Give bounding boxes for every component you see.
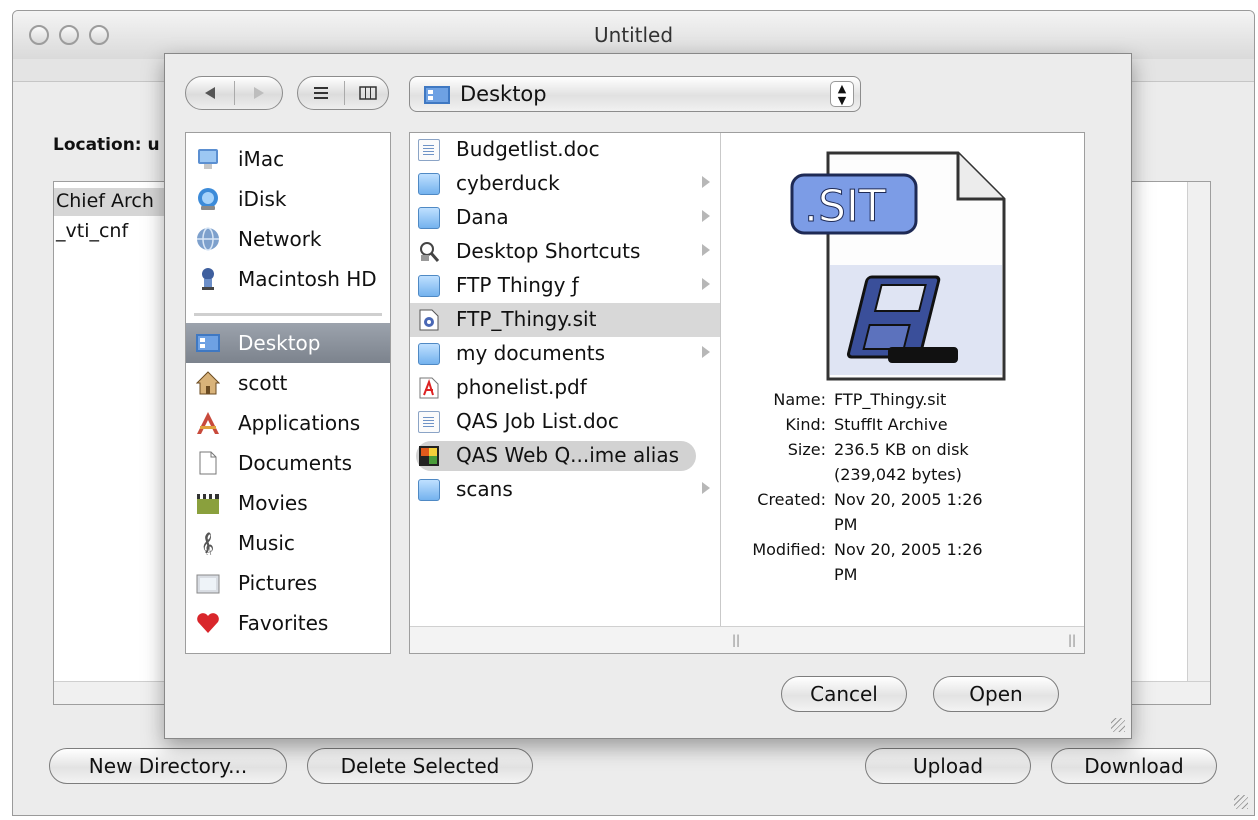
sidebar-item-macintosh-hd[interactable]: Macintosh HD (186, 259, 390, 299)
window-title: Untitled (593, 23, 674, 47)
folder-icon (418, 207, 440, 229)
network-icon (197, 227, 219, 251)
cancel-button[interactable]: Cancel (781, 676, 907, 712)
folder-icon (418, 343, 440, 365)
file-browser: Budgetlist.doc cyberduck Dana Desktop Sh… (409, 132, 1085, 654)
disclosure-arrow-icon (702, 482, 710, 494)
pictures-icon (196, 574, 220, 594)
sidebar-item-desktop[interactable]: Desktop (186, 323, 390, 363)
list-item[interactable]: scans (410, 473, 720, 507)
sheet-resize-grip[interactable] (1111, 718, 1125, 732)
download-button[interactable]: Download (1051, 748, 1217, 784)
list-item[interactable]: QAS Job List.doc (410, 405, 720, 439)
window-resize-grip[interactable] (1234, 795, 1248, 809)
imac-icon (198, 149, 218, 169)
disclosure-arrow-icon (702, 176, 710, 188)
list-item[interactable]: Chief Arch (56, 190, 154, 212)
back-arrow-icon[interactable] (186, 77, 234, 109)
sidebar-item-favorites[interactable]: Favorites (186, 603, 390, 643)
sidebar: iMac iDisk Network Macintosh HD Desktop … (185, 132, 391, 654)
sidebar-item-music[interactable]: 𝄞 Music (186, 523, 390, 563)
sidebar-item-imac[interactable]: iMac (186, 139, 390, 179)
idisk-icon (198, 188, 218, 210)
list-item[interactable]: phonelist.pdf (410, 371, 720, 405)
documents-icon (199, 451, 217, 475)
open-file-sheet: Desktop ▲ ▼ iMac iDisk Network Macintosh … (164, 53, 1132, 739)
open-button[interactable]: Open (933, 676, 1059, 712)
list-item[interactable]: FTP Thingy ƒ (410, 269, 720, 303)
hard-drive-icon (202, 268, 214, 290)
new-directory-button[interactable]: New Directory... (49, 748, 287, 784)
disclosure-arrow-icon (702, 210, 710, 222)
sidebar-item-idisk[interactable]: iDisk (186, 179, 390, 219)
view-mode-control[interactable] (297, 76, 389, 110)
column-view-icon[interactable] (345, 77, 390, 109)
favorites-icon (197, 613, 219, 633)
vertical-scrollbar[interactable] (1187, 182, 1210, 704)
list-item[interactable]: Dana (410, 201, 720, 235)
sidebar-item-pictures[interactable]: Pictures (186, 563, 390, 603)
desktop-icon (196, 334, 220, 352)
upload-button[interactable]: Upload (865, 748, 1031, 784)
folder-icon (418, 173, 440, 195)
list-item[interactable]: cyberduck (410, 167, 720, 201)
list-item-selected[interactable]: FTP_Thingy.sit (410, 303, 720, 337)
popup-arrows-icon: ▲ ▼ (830, 81, 854, 107)
list-item[interactable]: _vti_cnf (56, 220, 128, 242)
list-view-icon[interactable] (298, 77, 344, 109)
svg-text:.SIT: .SIT (804, 181, 886, 232)
location-popup-label: Desktop (460, 82, 547, 106)
list-item-alias[interactable]: QAS Web Q...ime alias (410, 439, 720, 473)
sidebar-item-documents[interactable]: Documents (186, 443, 390, 483)
list-item[interactable]: my documents (410, 337, 720, 371)
pdf-icon (419, 377, 439, 399)
document-icon (418, 139, 440, 161)
preview-pane: .SIT Name: FTP_Thingy.sit Kind: StuffIt Ar… (724, 133, 1084, 653)
file-column[interactable]: Budgetlist.doc cyberduck Dana Desktop Sh… (410, 133, 721, 653)
applications-icon (197, 412, 219, 434)
shortcuts-icon (420, 242, 440, 262)
list-item[interactable]: Desktop Shortcuts (410, 235, 720, 269)
location-popup[interactable]: Desktop ▲ ▼ (409, 76, 861, 112)
sidebar-divider (194, 313, 382, 316)
folder-icon (418, 479, 440, 501)
back-forward-control[interactable] (185, 76, 283, 110)
column-resize-handle[interactable]: || (1068, 633, 1076, 647)
document-icon (418, 411, 440, 433)
sidebar-item-network[interactable]: Network (186, 219, 390, 259)
sidebar-item-movies[interactable]: Movies (186, 483, 390, 523)
sidebar-item-scott[interactable]: scott (186, 363, 390, 403)
stuffit-archive-icon: .SIT (790, 151, 1006, 381)
alias-icon (419, 446, 439, 466)
list-item[interactable]: Budgetlist.doc (410, 133, 720, 167)
location-label: Location: u (53, 135, 160, 155)
column-resize-handle[interactable]: || (732, 633, 740, 647)
delete-selected-button[interactable]: Delete Selected (307, 748, 533, 784)
disclosure-arrow-icon (702, 278, 710, 290)
music-icon: 𝄞 (201, 532, 214, 555)
stuffit-icon (419, 309, 439, 331)
desktop-icon (424, 86, 450, 104)
movies-icon (197, 494, 219, 514)
sidebar-item-applications[interactable]: Applications (186, 403, 390, 443)
disclosure-arrow-icon (702, 244, 710, 256)
home-icon (196, 371, 220, 395)
folder-icon (418, 275, 440, 297)
file-info: Name: FTP_Thingy.sit Kind: StuffIt Archive… (752, 390, 983, 584)
forward-arrow-icon[interactable] (235, 77, 283, 109)
browser-scrollbar[interactable] (410, 626, 1084, 653)
disclosure-arrow-icon (702, 346, 710, 358)
